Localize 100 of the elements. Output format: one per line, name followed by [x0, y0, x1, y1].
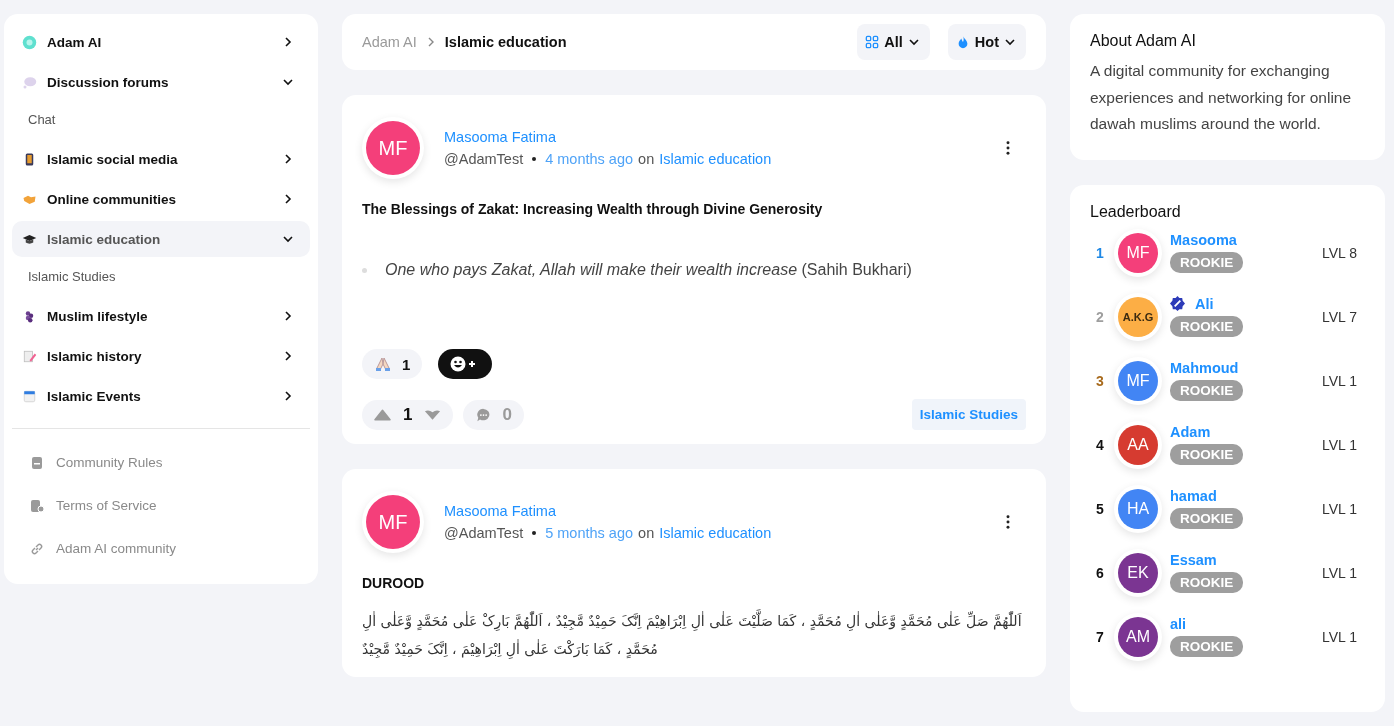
filter-dropdown[interactable]: Hot: [947, 24, 1026, 60]
community-link[interactable]: Islamic education: [659, 525, 772, 541]
user-level: LVL 7: [1321, 308, 1357, 325]
link-label: Adam AI community: [56, 541, 177, 556]
rank-number: 5: [1096, 500, 1105, 517]
breadcrumb-current: Islamic education: [444, 34, 567, 50]
author-handle: @AdamTest: [444, 151, 524, 167]
separator-dot: [532, 157, 537, 161]
flower-logo-icon: [22, 34, 37, 50]
nav-item[interactable]: Online communities: [12, 181, 310, 217]
user-avatar[interactable]: AM: [1118, 616, 1158, 657]
chevron-down-icon: [1004, 36, 1016, 48]
more-options-icon[interactable]: [1006, 515, 1010, 529]
post-time[interactable]: 4 months ago: [545, 151, 634, 167]
nav-label: Discussion forums: [47, 74, 170, 90]
rank-badge: ROOKIE: [1170, 572, 1244, 593]
nav-subitem[interactable]: Islamic Studies: [12, 261, 310, 294]
breadcrumb-link[interactable]: Adam AI: [362, 34, 417, 50]
rank-number: 4: [1096, 436, 1105, 453]
rank-badge: ROOKIE: [1170, 380, 1244, 401]
user-name[interactable]: Ali: [1170, 296, 1214, 312]
rank-number: 3: [1096, 372, 1105, 389]
filter-dropdown[interactable]: All: [857, 24, 930, 60]
rank-number: 2: [1096, 308, 1105, 325]
more-options-icon[interactable]: [1006, 141, 1010, 155]
user-level: LVL 1: [1321, 564, 1357, 581]
praying-hands-icon: [374, 356, 392, 372]
memo-pencil-icon: [22, 348, 37, 364]
calendar-icon: [22, 388, 37, 404]
footer-link[interactable]: Community Rules: [12, 441, 310, 484]
post-time[interactable]: 5 months ago: [545, 525, 634, 541]
bullet-mark: [362, 267, 367, 273]
user-name[interactable]: Mahmoud: [1170, 360, 1239, 376]
user-avatar[interactable]: EK: [1118, 552, 1158, 593]
nav-item[interactable]: Islamic education: [12, 221, 310, 257]
about-text: A digital community for exchanging experiences and networking for online dawah muslims around the world.: [1090, 61, 1353, 134]
rank-number: 6: [1096, 564, 1105, 581]
speech-bubble-icon: [22, 74, 37, 90]
user-avatar[interactable]: HA: [1118, 488, 1158, 529]
user-avatar[interactable]: AA: [1118, 424, 1158, 465]
comment-count-button[interactable]: 0: [463, 399, 524, 430]
rank-badge: ROOKIE: [1170, 252, 1244, 273]
post-title[interactable]: The Blessings of Zakat: Increasing Wealth through Divine Generosity: [362, 201, 1026, 217]
user-name[interactable]: Masooma: [1170, 232, 1237, 248]
upvote-icon[interactable]: [374, 407, 391, 422]
nav-label: Online communities: [47, 191, 178, 207]
document-icon: [30, 455, 44, 470]
nav-label: Islamic social media: [47, 151, 179, 167]
user-level: LVL 8: [1321, 244, 1357, 261]
about-title: About Adam AI: [1090, 32, 1197, 50]
author-avatar[interactable]: MF: [366, 121, 420, 175]
user-name[interactable]: hamad: [1170, 488, 1217, 504]
chevron-right-icon: [282, 153, 294, 165]
nav-label: Islamic history: [47, 348, 143, 364]
nav-item[interactable]: Discussion forums: [12, 64, 310, 100]
reaction-count: 1: [402, 355, 411, 373]
user-avatar[interactable]: MF: [1118, 360, 1158, 401]
user-name[interactable]: Essam: [1170, 552, 1217, 568]
post-title[interactable]: DUROOD: [362, 575, 1026, 591]
nav-item[interactable]: Muslim lifestyle: [12, 298, 310, 334]
nav-subitem[interactable]: Chat: [12, 104, 310, 137]
post-body: اَللّٰهُمَّ صَلِّ عَلٰی مُحَمَّدٍ وَّعَلٰی اٰلِ مُحَمَّدٍ ، کَمَا صَلَّیْتَ عَلٰی اٰلِ اِبْرَاهِیْمَ اِنَّکَ حَمِیْدٌ مَّجِیْدٌ ، اَللّٰهُمَّ بَارِکْ عَلٰی مُحَمَّدٍ وَّعَلٰی اٰلِ مُحَمَّدٍ ، کَمَا بَارَکْتَ عَلٰی اٰلِ اِبْرَاهِیْمَ ، اِنَّکَ حَمِیْدٌ مَّجِیْدٌ: [362, 607, 1026, 663]
chevron-right-icon: [282, 36, 294, 48]
on-label: on: [638, 525, 655, 541]
topic-tag[interactable]: Islamic Studies: [911, 399, 1026, 430]
chevron-down-icon: [282, 76, 294, 88]
vote-count: 1: [403, 404, 413, 425]
document-badge-icon: [30, 498, 44, 513]
rank-badge: ROOKIE: [1170, 316, 1244, 337]
nav-item[interactable]: Islamic history: [12, 338, 310, 374]
quote-text: One who pays Zakat, Allah will make their wealth increase (Sahih Bukhari): [385, 261, 912, 279]
nav-item[interactable]: Islamic social media: [12, 141, 310, 177]
footer-link[interactable]: Terms of Service: [12, 484, 310, 527]
user-level: LVL 1: [1321, 436, 1357, 453]
link-label: Community Rules: [56, 455, 163, 470]
footer-link[interactable]: Adam AI community: [12, 527, 310, 570]
chevron-right-icon: [282, 390, 294, 402]
nav-item[interactable]: Islamic Events: [12, 378, 310, 414]
nav-label: Adam AI: [47, 34, 103, 50]
author-avatar[interactable]: MF: [366, 495, 420, 549]
grid-icon: [865, 35, 880, 49]
community-link[interactable]: Islamic education: [659, 151, 772, 167]
user-level: LVL 1: [1321, 500, 1357, 517]
author-name[interactable]: Masooma Fatima: [444, 503, 986, 519]
chevron-right-icon: [282, 310, 294, 322]
add-reaction-button[interactable]: [438, 349, 493, 379]
rank-number: 1: [1096, 244, 1105, 261]
user-name[interactable]: Adam: [1170, 424, 1211, 440]
author-name[interactable]: Masooma Fatima: [444, 129, 986, 145]
reaction-pill[interactable]: 1: [362, 349, 423, 379]
link-label: Terms of Service: [56, 498, 157, 513]
chevron-down-icon: [907, 36, 920, 48]
nav-label: Islamic education: [47, 231, 162, 247]
chevron-right-icon: [282, 193, 294, 205]
link-icon: [30, 541, 44, 556]
rank-number: 7: [1096, 628, 1105, 645]
user-name[interactable]: ali: [1170, 616, 1187, 632]
nav-item[interactable]: Adam AI: [12, 24, 310, 60]
user-avatar[interactable]: A.K.G: [1118, 296, 1158, 337]
rank-badge: ROOKIE: [1170, 636, 1244, 657]
